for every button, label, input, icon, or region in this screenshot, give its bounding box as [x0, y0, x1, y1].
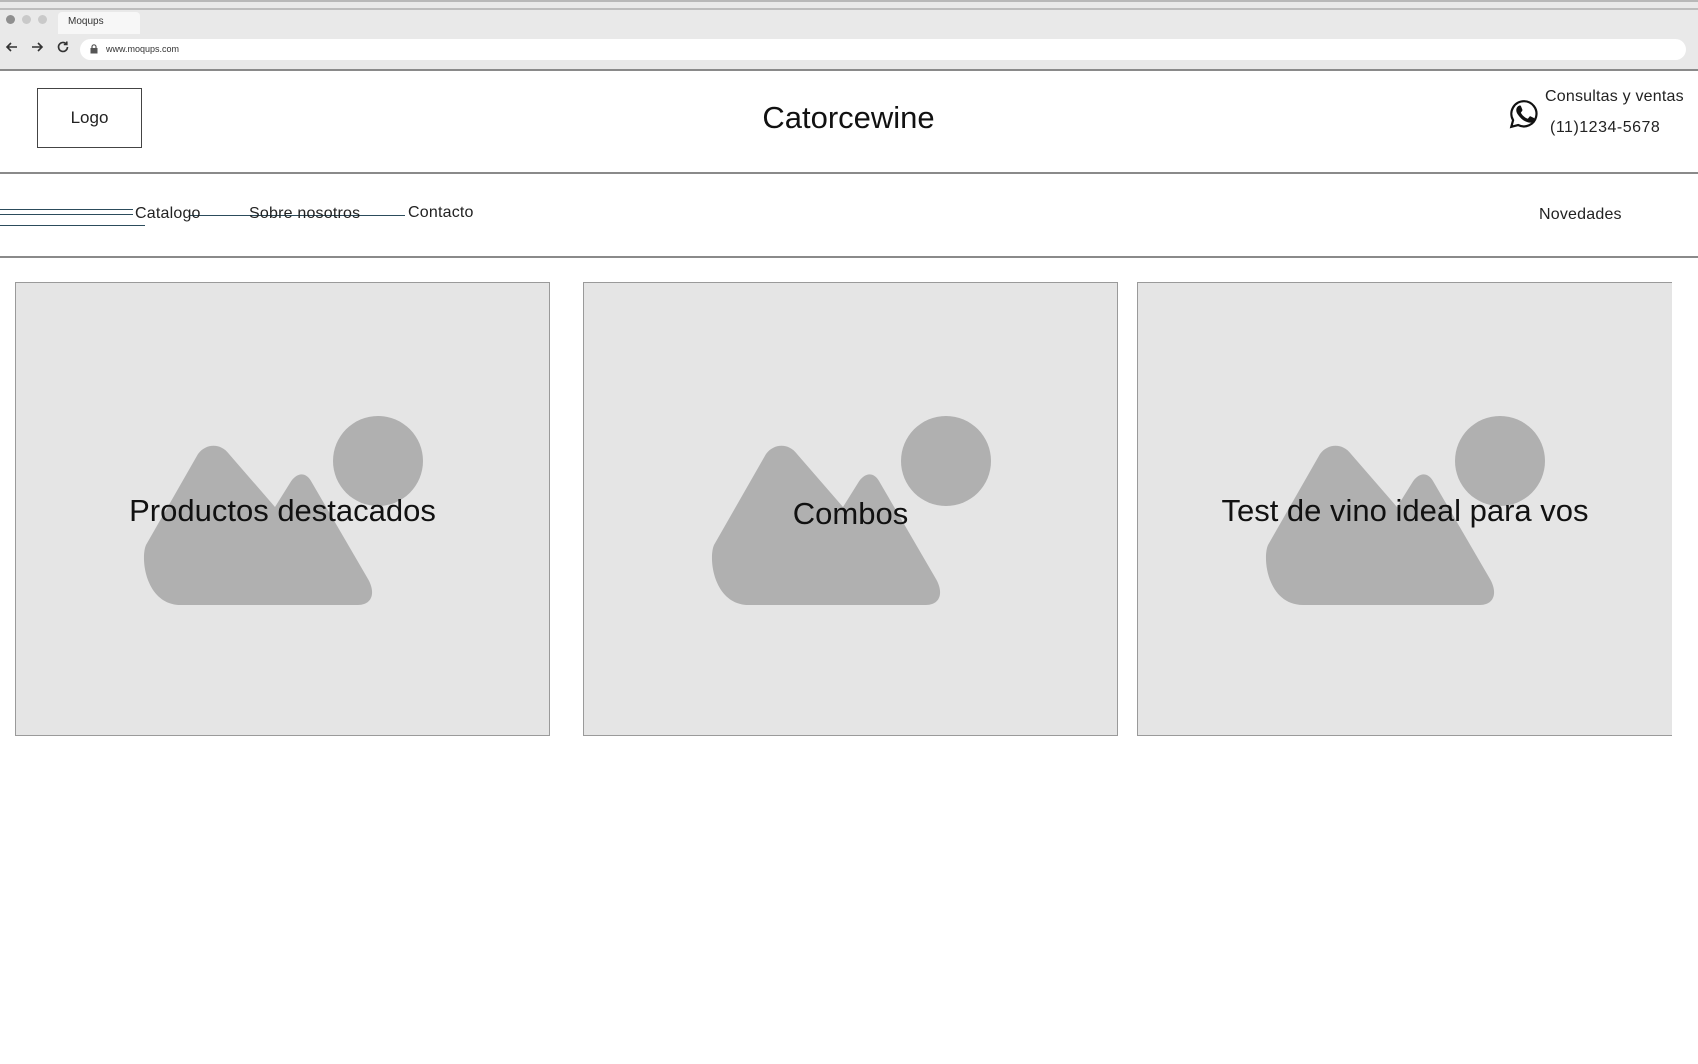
browser-tab[interactable]: Moqups — [58, 12, 140, 34]
contact-label: Consultas y ventas — [1545, 88, 1684, 105]
window-close-button[interactable] — [6, 15, 15, 24]
nav-underline — [0, 214, 133, 215]
browser-tab-title: Moqups — [68, 16, 104, 27]
card-productos-destacados[interactable]: Productos destacados — [15, 282, 550, 736]
reload-icon[interactable] — [55, 40, 71, 58]
back-arrow-icon[interactable] — [4, 40, 20, 58]
nav-item-contacto[interactable]: Contacto — [408, 204, 474, 222]
window-minimize-button[interactable] — [22, 15, 31, 24]
url-text: www.moqups.com — [106, 44, 180, 54]
browser-chrome: Moqups www.moqups.com — [0, 0, 1698, 70]
card-title: Productos destacados — [129, 493, 436, 528]
header-bottom-divider — [0, 172, 1698, 174]
whatsapp-icon[interactable] — [1508, 98, 1540, 130]
browser-top-strip — [0, 8, 1698, 10]
nav-underline — [0, 209, 133, 210]
site-title: Catorcewine — [762, 100, 935, 135]
window-maximize-button[interactable] — [38, 15, 47, 24]
logo[interactable]: Logo — [37, 88, 142, 148]
card-title: Combos — [792, 496, 909, 531]
card-combos[interactable]: Combos — [583, 282, 1118, 736]
nav-underline — [0, 225, 145, 226]
address-bar[interactable]: www.moqups.com — [80, 39, 1686, 60]
nav-item-sobre-nosotros[interactable]: Sobre nosotros — [249, 205, 360, 223]
contact-phone[interactable]: (11)1234-5678 — [1550, 119, 1660, 137]
forward-arrow-icon[interactable] — [29, 40, 45, 58]
lock-icon — [90, 44, 98, 54]
card-test-de-vino[interactable]: Test de vino ideal para vos — [1137, 282, 1672, 736]
header-top-divider — [0, 69, 1698, 71]
nav-item-catalogo[interactable]: Catalogo — [135, 205, 201, 223]
nav-item-novedades[interactable]: Novedades — [1539, 206, 1622, 224]
card-title: Test de vino ideal para vos — [1221, 493, 1589, 528]
nav-bottom-divider — [0, 256, 1698, 258]
